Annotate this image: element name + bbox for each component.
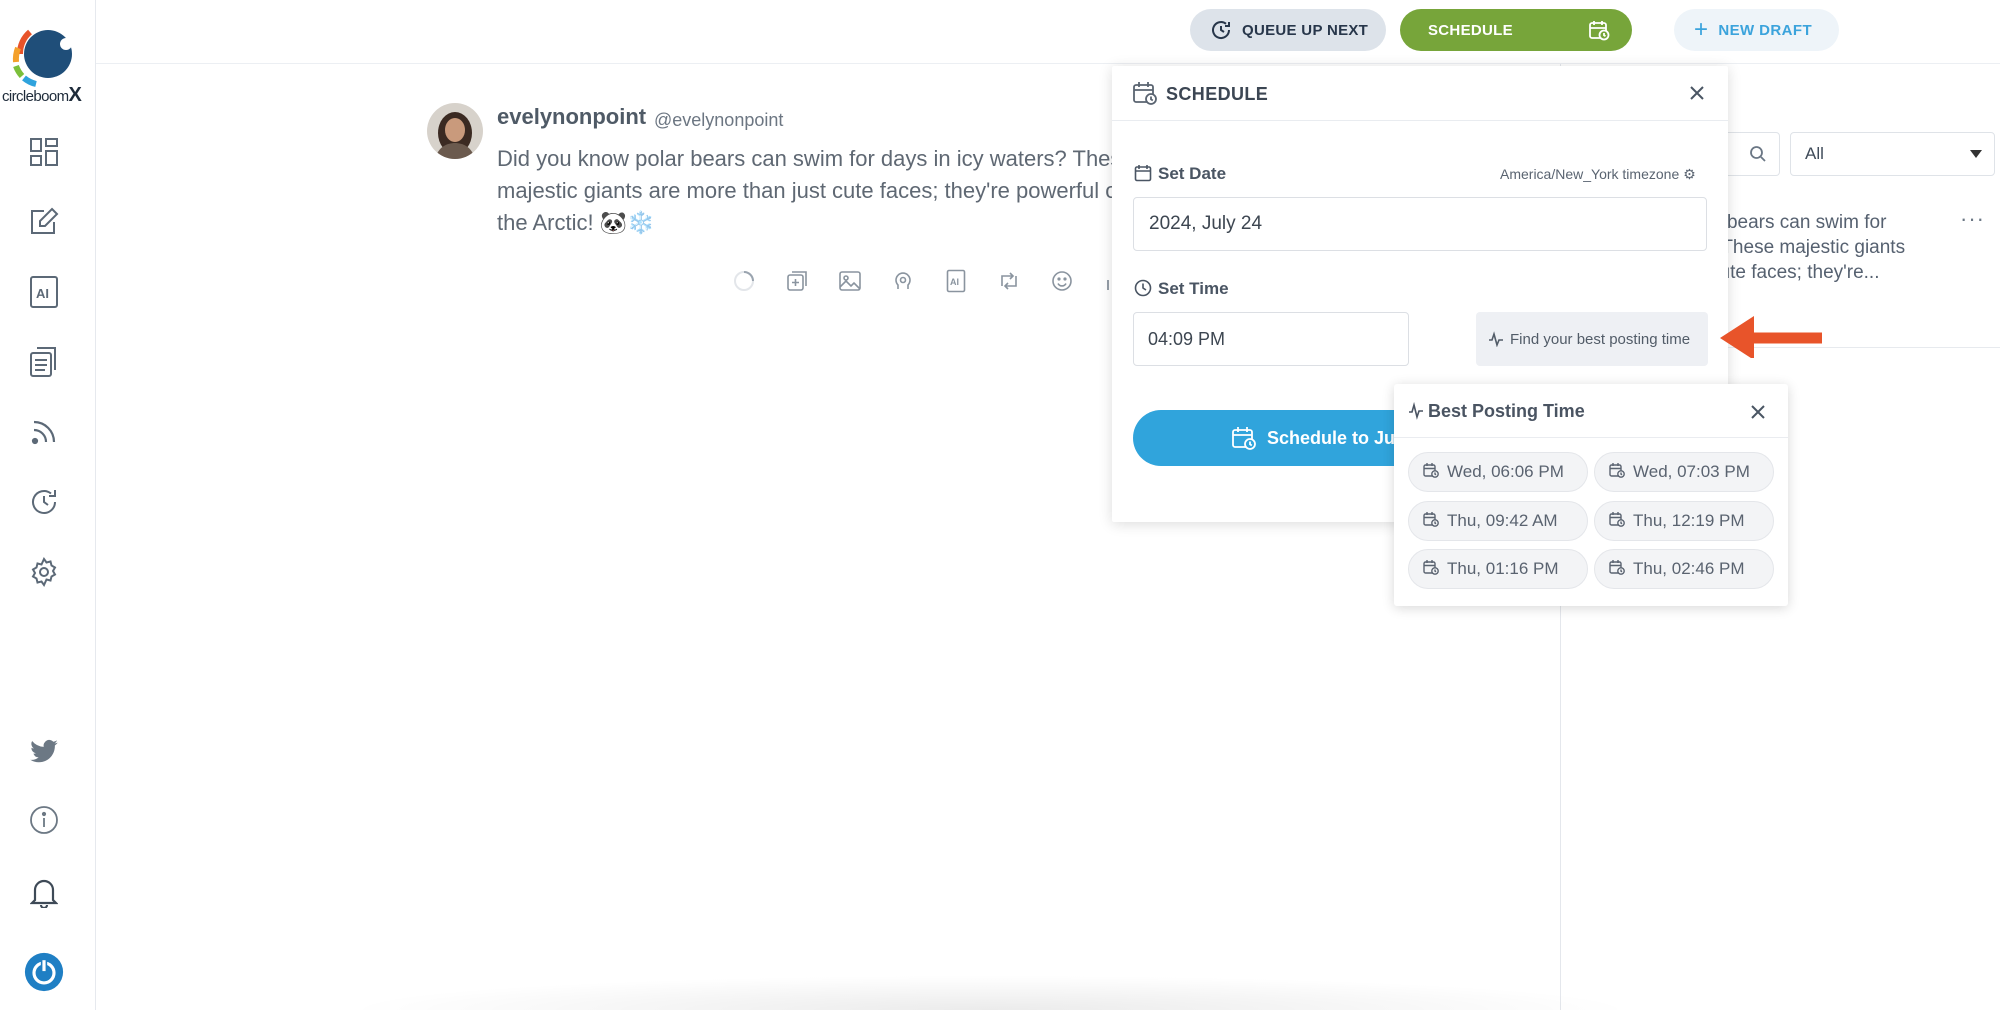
- best-time-slot[interactable]: Thu, 09:42 AM: [1408, 501, 1588, 541]
- schedule-label: SCHEDULE: [1428, 21, 1513, 39]
- best-time-slot-label: Thu, 02:46 PM: [1633, 559, 1745, 578]
- dashboard-icon[interactable]: [24, 132, 64, 172]
- new-draft-label: NEW DRAFT: [1718, 21, 1813, 39]
- ai-assist-icon[interactable]: AI: [929, 266, 982, 296]
- clock-icon: [1134, 279, 1152, 302]
- close-icon[interactable]: [1748, 402, 1768, 427]
- calendar-clock-icon: [1423, 462, 1439, 483]
- scheduled-posts-icon[interactable]: [24, 482, 64, 522]
- best-time-slot-label: Thu, 01:16 PM: [1447, 559, 1559, 578]
- timezone-gear-icon[interactable]: ⚙: [1683, 166, 1696, 182]
- best-time-slot-label: Wed, 06:06 PM: [1447, 462, 1564, 481]
- compose-icon[interactable]: [24, 202, 64, 242]
- articles-icon[interactable]: [24, 342, 64, 382]
- activity-pulse-icon: [1408, 401, 1424, 425]
- calendar-clock-icon: [1609, 511, 1625, 532]
- avatar: [427, 103, 483, 159]
- more-options-icon[interactable]: ···: [1960, 206, 1985, 232]
- power-logout-icon[interactable]: [24, 952, 64, 992]
- best-posting-header: Best Posting Time: [1394, 384, 1788, 438]
- search-icon[interactable]: [1748, 144, 1768, 164]
- best-time-slot[interactable]: Thu, 02:46 PM: [1594, 549, 1774, 589]
- character-count-circle-icon: [717, 266, 770, 296]
- draft-preview-text[interactable]: olar bears can swim for rs? These majest…: [1690, 210, 1980, 285]
- settings-gear-icon[interactable]: [24, 552, 64, 592]
- best-time-slot-label: Wed, 07:03 PM: [1633, 462, 1750, 481]
- schedule-button[interactable]: SCHEDULE: [1400, 9, 1632, 51]
- best-time-slot[interactable]: Wed, 07:03 PM: [1594, 452, 1774, 492]
- chevron-down-icon: [1970, 150, 1982, 158]
- tweet-author-name: evelynonpoint: [497, 104, 647, 129]
- gif-brain-icon[interactable]: [876, 266, 929, 296]
- ai-writer-icon[interactable]: AI: [24, 272, 64, 312]
- calendar-clock-icon: [1232, 427, 1256, 450]
- best-time-slot[interactable]: Thu, 01:16 PM: [1408, 549, 1588, 589]
- tweet-text[interactable]: Did you know polar bears can swim for da…: [497, 143, 1137, 239]
- calendar-clock-icon: [1609, 559, 1625, 580]
- find-best-posting-time-button[interactable]: Find your best posting time: [1476, 312, 1708, 366]
- date-input[interactable]: 2024, July 24: [1133, 197, 1707, 251]
- notifications-bell-icon[interactable]: [24, 872, 64, 912]
- annotation-arrow: [1718, 312, 1824, 363]
- set-date-label: Set Date: [1158, 164, 1227, 183]
- calendar-clock-icon: [1609, 462, 1625, 483]
- retweet-icon[interactable]: [982, 266, 1035, 296]
- plus-icon: +: [1694, 16, 1709, 43]
- best-time-slot-label: Thu, 09:42 AM: [1447, 511, 1558, 530]
- activity-pulse-icon: [1489, 331, 1503, 347]
- find-best-posting-time-label: Find your best posting time: [1510, 330, 1691, 348]
- add-thread-icon[interactable]: [770, 266, 823, 296]
- calendar-clock-icon: [1423, 559, 1439, 580]
- timezone-label[interactable]: America/New_York timezone ⚙: [1500, 166, 1696, 183]
- svg-text:AI: AI: [950, 277, 959, 287]
- svg-text:AI: AI: [36, 286, 49, 301]
- info-icon[interactable]: [24, 800, 64, 840]
- bottom-shadow: [340, 975, 1640, 1010]
- schedule-modal-title: SCHEDULE: [1166, 84, 1269, 104]
- new-draft-button[interactable]: + NEW DRAFT: [1674, 9, 1839, 51]
- best-posting-title: Best Posting Time: [1428, 401, 1585, 421]
- logo-text: circleboomX: [2, 84, 82, 106]
- calendar-clock-icon: [1588, 19, 1610, 45]
- drafts-filter-value: All: [1805, 144, 1824, 163]
- top-bar: QUEUE UP NEXT SCHEDULE + NEW DRAFT: [96, 0, 2000, 64]
- time-input[interactable]: 04:09 PM: [1133, 312, 1409, 366]
- sidebar: circleboomX AI: [0, 0, 96, 1010]
- queue-clock-icon: [1212, 21, 1231, 39]
- calendar-clock-icon: [1423, 511, 1439, 532]
- twitter-bird-icon[interactable]: [24, 732, 64, 772]
- best-time-slot-label: Thu, 12:19 PM: [1633, 511, 1745, 530]
- schedule-to-label: Schedule to Ju: [1267, 427, 1396, 448]
- rss-feed-icon[interactable]: [24, 412, 64, 452]
- drafts-filter-select[interactable]: All: [1790, 132, 1995, 176]
- queue-up-next-label: QUEUE UP NEXT: [1242, 21, 1369, 39]
- best-time-slot[interactable]: Wed, 06:06 PM: [1408, 452, 1588, 492]
- image-icon[interactable]: [823, 266, 876, 296]
- calendar-clock-icon: [1132, 80, 1158, 111]
- best-posting-time-popup: Best Posting Time Wed, 06:06 PM Wed, 07:0…: [1394, 384, 1788, 606]
- best-time-slot[interactable]: Thu, 12:19 PM: [1594, 501, 1774, 541]
- emoji-icon[interactable]: [1035, 266, 1088, 296]
- tweet-author-handle: @evelynonpoint: [654, 110, 784, 130]
- set-time-label: Set Time: [1158, 279, 1229, 298]
- schedule-modal-header: SCHEDULE: [1112, 66, 1728, 121]
- queue-up-next-button[interactable]: QUEUE UP NEXT: [1190, 9, 1386, 51]
- calendar-icon: [1134, 164, 1152, 187]
- compose-toolbar: AI: [717, 266, 1141, 296]
- close-icon[interactable]: [1686, 82, 1708, 109]
